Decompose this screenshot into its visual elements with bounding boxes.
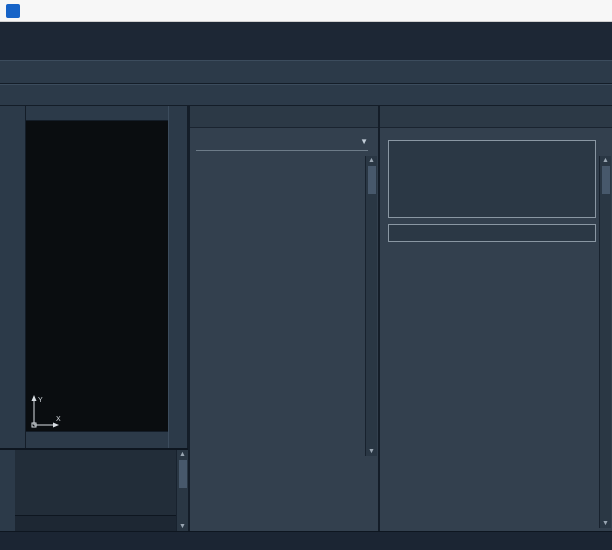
scroll-down-icon[interactable]: ▼ <box>179 523 186 530</box>
scroll-thumb[interactable] <box>179 460 187 488</box>
calculator-body <box>380 128 612 531</box>
draw-toolbar <box>0 106 26 448</box>
calculator-history-display <box>388 140 596 218</box>
properties-scrollbar[interactable]: ▲ ▼ <box>365 156 377 456</box>
view-mini-toolbar <box>26 106 168 121</box>
calculator-scrollbar[interactable]: ▲ ▼ <box>599 156 611 528</box>
scroll-down-icon[interactable]: ▼ <box>602 520 609 527</box>
properties-body <box>190 155 378 531</box>
scroll-thumb[interactable] <box>602 166 610 194</box>
menu-row-1 <box>0 22 612 41</box>
ucs-icon: Y X <box>29 393 63 429</box>
scroll-thumb[interactable] <box>368 166 376 194</box>
command-close-icon[interactable] <box>0 450 15 531</box>
command-input[interactable] <box>15 515 176 531</box>
modify-toolbar <box>168 106 188 448</box>
layout-tab-bar <box>26 431 168 448</box>
scroll-up-icon[interactable]: ▲ <box>179 451 186 458</box>
command-scrollbar[interactable]: ▲ ▼ <box>176 450 188 531</box>
svg-text:X: X <box>56 416 61 423</box>
standard-toolbar <box>0 60 612 84</box>
menu-bar <box>0 22 612 60</box>
calculator-input[interactable] <box>388 224 596 242</box>
scroll-up-icon[interactable]: ▲ <box>602 157 609 164</box>
app-logo-icon <box>6 4 20 18</box>
selection-dropdown[interactable]: ▼ <box>196 133 368 151</box>
properties-panel: ▼ ▲ ▼ <box>188 106 378 531</box>
svg-text:Y: Y <box>38 397 43 404</box>
scroll-up-icon[interactable]: ▲ <box>368 157 375 164</box>
command-window: ▲ ▼ <box>0 448 188 531</box>
zwcad-window: Y X ▲ ▼ <box>0 0 612 550</box>
properties-header: ▼ <box>190 128 378 155</box>
calculator-panel: ▲ ▼ <box>378 106 612 531</box>
title-bar <box>0 0 612 22</box>
scroll-down-icon[interactable]: ▼ <box>368 448 375 455</box>
main-area: Y X ▲ ▼ <box>0 106 612 531</box>
menu-row-2 <box>0 41 612 60</box>
status-bar <box>0 531 612 550</box>
layer-toolbar <box>0 84 612 106</box>
left-group: Y X ▲ ▼ <box>0 106 188 531</box>
drawing-column: Y X <box>26 106 168 448</box>
drawing-canvas[interactable]: Y X <box>26 121 168 431</box>
